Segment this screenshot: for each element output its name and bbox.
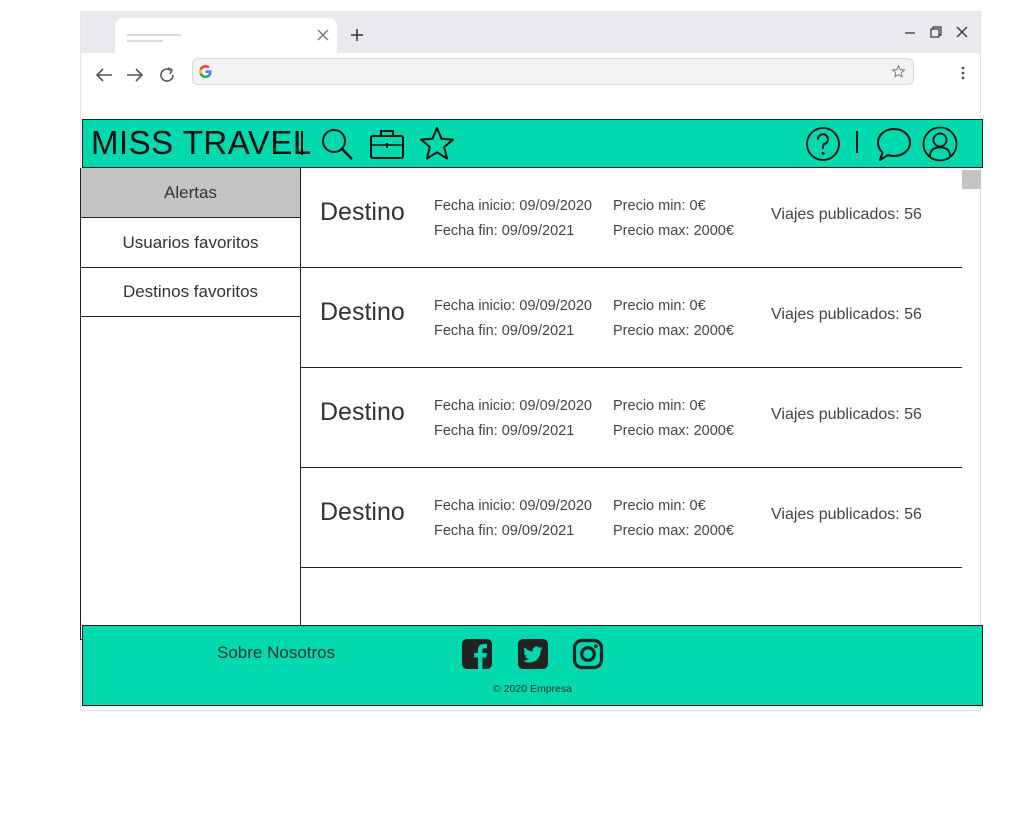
back-arrow-icon[interactable]: [92, 63, 116, 87]
price-range: Precio min: 0€ Precio max: 2000€: [613, 494, 734, 544]
kebab-menu-icon[interactable]: [955, 63, 971, 83]
sidebar-item-label: Usuarios favoritos: [122, 232, 259, 252]
list-item[interactable]: Destino Fecha inicio: 09/09/2020 Fecha fi…: [301, 168, 962, 268]
published-count: Viajes publicados: 56: [771, 306, 922, 323]
user-icon[interactable]: [922, 126, 958, 162]
tab-title-placeholder: [127, 34, 181, 36]
about-link[interactable]: Sobre Nosotros: [217, 643, 335, 663]
price-max: Precio max: 2000€: [613, 223, 734, 239]
browser-tab[interactable]: [115, 18, 337, 53]
price-min: Precio min: 0€: [613, 398, 706, 414]
destination-name: Destino: [320, 198, 405, 226]
alerts-list: Destino Fecha inicio: 09/09/2020 Fecha fi…: [300, 168, 963, 626]
list-item[interactable]: Destino Fecha inicio: 09/09/2020 Fecha fi…: [301, 368, 962, 468]
brand-logo[interactable]: MISS TRAVEL: [91, 122, 312, 164]
date-range: Fecha inicio: 09/09/2020 Fecha fin: 09/09…: [434, 394, 592, 444]
destination-name: Destino: [320, 398, 405, 426]
end-date: Fecha fin: 09/09/2021: [434, 323, 575, 339]
destination-name: Destino: [320, 498, 405, 526]
minimize-icon[interactable]: [900, 22, 920, 42]
start-date: Fecha inicio: 09/09/2020: [434, 498, 592, 514]
published-count: Viajes publicados: 56: [771, 506, 922, 523]
end-date: Fecha fin: 09/09/2021: [434, 423, 575, 439]
sidebar-item-label: Alertas: [164, 182, 217, 202]
app-header: MISS TRAVEL: [82, 119, 983, 168]
star-icon[interactable]: [891, 64, 906, 79]
forward-arrow-icon[interactable]: [123, 63, 147, 87]
sidebar: Alertas Usuarios favoritos Destinos favo…: [80, 168, 301, 640]
google-icon: [198, 64, 212, 79]
reload-icon[interactable]: [155, 63, 179, 87]
scrollbar-thumb[interactable]: [962, 170, 981, 189]
price-max: Precio max: 2000€: [613, 523, 734, 539]
sidebar-item-usuarios-favoritos[interactable]: Usuarios favoritos: [81, 218, 300, 268]
sidebar-item-destinos-favoritos[interactable]: Destinos favoritos: [81, 267, 300, 317]
sidebar-item-alertas[interactable]: Alertas: [81, 168, 300, 218]
star-icon[interactable]: [419, 126, 455, 162]
instagram-icon[interactable]: [572, 638, 604, 670]
scrollbar[interactable]: [962, 168, 981, 626]
tab-title-placeholder: [127, 40, 163, 42]
close-icon[interactable]: [313, 25, 333, 45]
start-date: Fecha inicio: 09/09/2020: [434, 398, 592, 414]
header-divider: [301, 131, 303, 155]
sidebar-item-label: Destinos favoritos: [122, 281, 259, 301]
published-count: Viajes publicados: 56: [771, 406, 922, 423]
maximize-icon[interactable]: [926, 22, 946, 42]
end-date: Fecha fin: 09/09/2021: [434, 523, 575, 539]
price-max: Precio max: 2000€: [613, 423, 734, 439]
facebook-icon[interactable]: [461, 638, 493, 670]
footer: Sobre Nosotros © 2020 Empresa: [82, 625, 983, 706]
date-range: Fecha inicio: 09/09/2020 Fecha fin: 09/09…: [434, 494, 592, 544]
end-date: Fecha fin: 09/09/2021: [434, 223, 575, 239]
twitter-icon[interactable]: [517, 638, 549, 670]
start-date: Fecha inicio: 09/09/2020: [434, 198, 592, 214]
close-icon[interactable]: [952, 22, 972, 42]
tab-strip: [81, 12, 980, 53]
start-date: Fecha inicio: 09/09/2020: [434, 298, 592, 314]
price-range: Precio min: 0€ Precio max: 2000€: [613, 294, 734, 344]
list-item[interactable]: Destino Fecha inicio: 09/09/2020 Fecha fi…: [301, 468, 962, 568]
published-count: Viajes publicados: 56: [771, 206, 922, 223]
price-range: Precio min: 0€ Precio max: 2000€: [613, 194, 734, 244]
date-range: Fecha inicio: 09/09/2020 Fecha fin: 09/09…: [434, 294, 592, 344]
price-min: Precio min: 0€: [613, 198, 706, 214]
search-icon[interactable]: [319, 126, 355, 162]
price-min: Precio min: 0€: [613, 298, 706, 314]
header-divider: [856, 131, 858, 153]
list-item[interactable]: Destino Fecha inicio: 09/09/2020 Fecha fi…: [301, 268, 962, 368]
help-icon[interactable]: [805, 126, 841, 162]
copyright: © 2020 Empresa: [493, 683, 572, 695]
address-bar[interactable]: [192, 58, 914, 85]
price-max: Precio max: 2000€: [613, 323, 734, 339]
chat-icon[interactable]: [876, 126, 912, 162]
price-min: Precio min: 0€: [613, 498, 706, 514]
price-range: Precio min: 0€ Precio max: 2000€: [613, 394, 734, 444]
plus-icon[interactable]: [346, 24, 368, 46]
briefcase-icon[interactable]: [369, 126, 405, 162]
destination-name: Destino: [320, 298, 405, 326]
browser-toolbar: [81, 53, 980, 95]
date-range: Fecha inicio: 09/09/2020 Fecha fin: 09/09…: [434, 194, 592, 244]
